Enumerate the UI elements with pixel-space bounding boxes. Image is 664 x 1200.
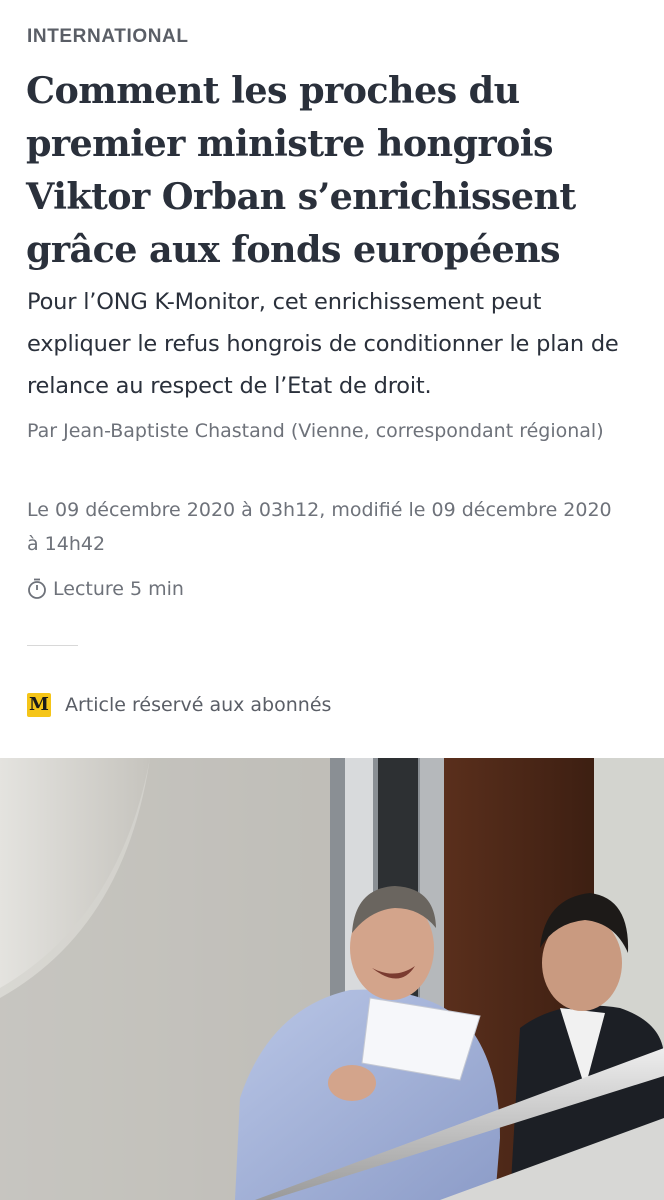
article-byline[interactable]: Par Jean-Baptiste Chastand (Vienne, corr… xyxy=(27,414,627,448)
article-headline: Comment les proches du premier ministre … xyxy=(26,69,576,271)
article-dates: Le 09 décembre 2020 à 03h12, modifié le … xyxy=(27,499,612,555)
article-standfirst: Pour l’ONG K-Monitor, cet enrichissement… xyxy=(27,289,619,399)
article-photo xyxy=(0,758,664,1200)
subscriber-label: Article réservé aux abonnés xyxy=(65,694,332,716)
stopwatch-icon xyxy=(28,578,46,599)
le-monde-m-icon: M xyxy=(27,693,51,717)
section-rubric[interactable]: INTERNATIONAL xyxy=(27,26,189,48)
photo-illustration xyxy=(0,758,664,1200)
reading-time: Lecture 5 min xyxy=(27,574,184,604)
subscriber-notice: M Article réservé aux abonnés xyxy=(27,690,331,720)
reading-time-label: Lecture 5 min xyxy=(53,578,184,600)
divider xyxy=(27,645,78,646)
